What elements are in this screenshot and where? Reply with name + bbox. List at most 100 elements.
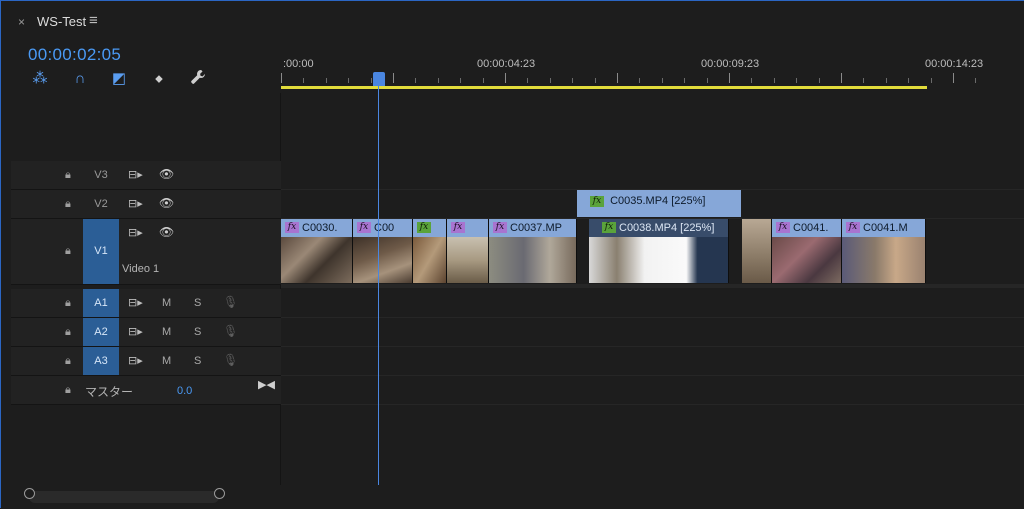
- mute-button[interactable]: M: [162, 355, 171, 367]
- clip-thumbnail: [742, 219, 771, 283]
- lock-icon[interactable]: 🔒︎: [65, 198, 71, 211]
- lock-icon[interactable]: 🔒︎: [65, 384, 71, 397]
- ruler-label: :00:00: [283, 58, 314, 70]
- lock-icon[interactable]: 🔒︎: [65, 326, 71, 339]
- track-headers: 🔒︎ V3 ⊟▸ 👁︎ 🔒︎ V2 ⊟▸ 👁︎ 🔒︎ V1 ⊟▸ 👁︎ Vide…: [11, 161, 281, 405]
- track-lane-a3[interactable]: [281, 347, 1024, 376]
- sync-lock-icon[interactable]: ⊟▸: [128, 296, 143, 309]
- clip-thumbnail: [589, 237, 728, 283]
- playhead-line[interactable]: [378, 85, 379, 485]
- track-lane-master[interactable]: [281, 376, 1024, 405]
- eye-icon[interactable]: 👁︎: [159, 167, 174, 181]
- ruler-tick: [505, 73, 506, 83]
- sequence-tab-title[interactable]: WS-Test: [37, 14, 86, 29]
- ruler-tick: [953, 73, 954, 83]
- clip-thumbnail: [772, 237, 841, 283]
- wrench-icon[interactable]: [188, 69, 208, 89]
- mic-icon[interactable]: 🎙︎: [223, 324, 238, 338]
- fx-badge-icon: fx: [357, 222, 371, 233]
- track-name[interactable]: V3: [83, 169, 119, 181]
- clip-v1[interactable]: [742, 219, 772, 283]
- clip-v1[interactable]: fx C00: [353, 219, 413, 283]
- sync-lock-icon[interactable]: ⊟▸: [128, 325, 143, 338]
- ruler-label: 00:00:09:23: [701, 58, 760, 70]
- clip-v1[interactable]: fx C0037.MP: [489, 219, 577, 283]
- mic-icon[interactable]: 🎙︎: [223, 353, 238, 367]
- fx-badge-icon: fx: [590, 196, 604, 207]
- panel-menu-icon[interactable]: ≡: [89, 12, 98, 29]
- ruler-tick: [325, 78, 327, 83]
- ruler-tick: [729, 73, 730, 83]
- ruler-tick: [594, 78, 596, 83]
- ruler-label: 00:00:14:23: [925, 58, 984, 70]
- track-header-v2: 🔒︎ V2 ⊟▸ 👁︎: [11, 190, 281, 219]
- lock-icon[interactable]: 🔒︎: [65, 245, 71, 258]
- fx-badge-icon: fx: [776, 222, 790, 233]
- playhead-timecode[interactable]: 00:00:02:05: [28, 45, 121, 65]
- track-target-a2[interactable]: A2: [83, 318, 119, 346]
- clip-thumbnail: [447, 237, 488, 283]
- add-marker-icon[interactable]: ⬥: [149, 69, 169, 89]
- mute-button[interactable]: M: [162, 326, 171, 338]
- ruler-tick: [348, 78, 350, 83]
- lock-icon[interactable]: 🔒︎: [65, 355, 71, 368]
- clip-v1[interactable]: fx: [413, 219, 447, 283]
- master-volume-value[interactable]: 0.0: [177, 385, 192, 397]
- lock-icon[interactable]: 🔒︎: [65, 297, 71, 310]
- timeline-panel: × WS-Test ≡ 00:00:02:05 ⁂ ∩ ◩ ⬥ :00:00 0…: [0, 0, 1024, 509]
- ruler-tick: [482, 78, 484, 83]
- clip-v2[interactable]: fx C0035.MP4 [225%]: [577, 190, 741, 217]
- linked-selection-icon[interactable]: ◩: [109, 69, 129, 89]
- eye-icon[interactable]: 👁︎: [159, 196, 174, 210]
- clip-name: C0037.MP: [510, 222, 562, 234]
- playhead-handle[interactable]: [373, 72, 385, 86]
- clip-v1[interactable]: fx C0030.: [281, 219, 353, 283]
- fx-badge-icon: fx: [451, 222, 465, 233]
- track-lane-v3[interactable]: [281, 161, 1024, 190]
- clip-name: C0030.: [302, 222, 338, 234]
- clip-name: C0038.MP4 [225%]: [619, 222, 715, 234]
- scroll-left-handle[interactable]: [24, 488, 35, 499]
- ruler-tick: [639, 78, 641, 83]
- clip-v1[interactable]: fx C0041.: [772, 219, 842, 283]
- horizontal-zoom-scrollbar[interactable]: [1, 485, 1024, 509]
- ruler-tick: [393, 73, 394, 83]
- clip-thumbnail: [413, 237, 446, 283]
- ruler-tick: [303, 78, 305, 83]
- track-target-a3[interactable]: A3: [83, 347, 119, 375]
- expand-track-icon[interactable]: ▶◀: [258, 378, 275, 391]
- nest-sequence-icon[interactable]: ⁂: [30, 69, 50, 89]
- lock-icon[interactable]: 🔒︎: [65, 169, 71, 182]
- solo-button[interactable]: S: [194, 297, 201, 309]
- track-header-a3: 🔒︎ A3 ⊟▸ M S 🎙︎: [11, 347, 281, 376]
- ruler-tick: [975, 78, 977, 83]
- track-target-a1[interactable]: A1: [83, 289, 119, 317]
- clip-thumbnail: [489, 237, 576, 283]
- mic-icon[interactable]: 🎙︎: [223, 295, 238, 309]
- sync-lock-icon[interactable]: ⊟▸: [128, 226, 143, 239]
- track-name[interactable]: V2: [83, 198, 119, 210]
- eye-icon[interactable]: 👁︎: [159, 225, 174, 239]
- solo-button[interactable]: S: [194, 355, 201, 367]
- clip-header: fx C0041.M: [842, 219, 925, 237]
- mute-button[interactable]: M: [162, 297, 171, 309]
- track-target-v1[interactable]: V1: [83, 219, 119, 284]
- sync-lock-icon[interactable]: ⊟▸: [128, 197, 143, 210]
- video-audio-divider[interactable]: [281, 284, 1024, 288]
- scroll-track[interactable]: [29, 491, 219, 503]
- solo-button[interactable]: S: [194, 326, 201, 338]
- scroll-right-handle[interactable]: [214, 488, 225, 499]
- sync-lock-icon[interactable]: ⊟▸: [128, 168, 143, 181]
- sync-lock-icon[interactable]: ⊟▸: [128, 354, 143, 367]
- clip-v1[interactable]: fx C0038.MP4 [225%]: [589, 219, 729, 283]
- clip-v1[interactable]: fx C0041.M: [842, 219, 926, 283]
- timeline-empty-area: [281, 93, 1024, 161]
- clip-v1[interactable]: fx: [447, 219, 489, 283]
- fx-badge-icon: fx: [417, 222, 431, 233]
- track-lane-a1[interactable]: [281, 289, 1024, 318]
- clip-name: C0041.M: [863, 222, 908, 234]
- track-lane-a2[interactable]: [281, 318, 1024, 347]
- snap-magnet-icon[interactable]: ∩: [70, 69, 90, 89]
- close-tab-icon[interactable]: ×: [18, 15, 25, 29]
- ruler-tick: [841, 73, 842, 83]
